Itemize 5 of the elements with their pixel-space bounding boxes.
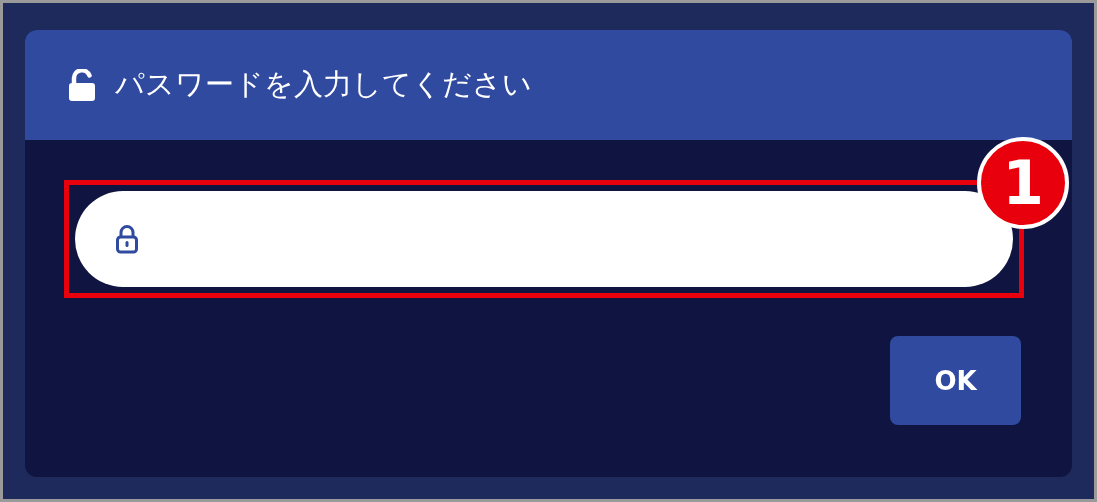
ok-button[interactable]: OK [890, 336, 1021, 425]
step-number-badge: 1 [977, 137, 1069, 229]
unlocked-padlock-icon [67, 69, 97, 101]
dialog-title: パスワードを入力してください [115, 66, 532, 103]
padlock-icon [115, 224, 139, 254]
